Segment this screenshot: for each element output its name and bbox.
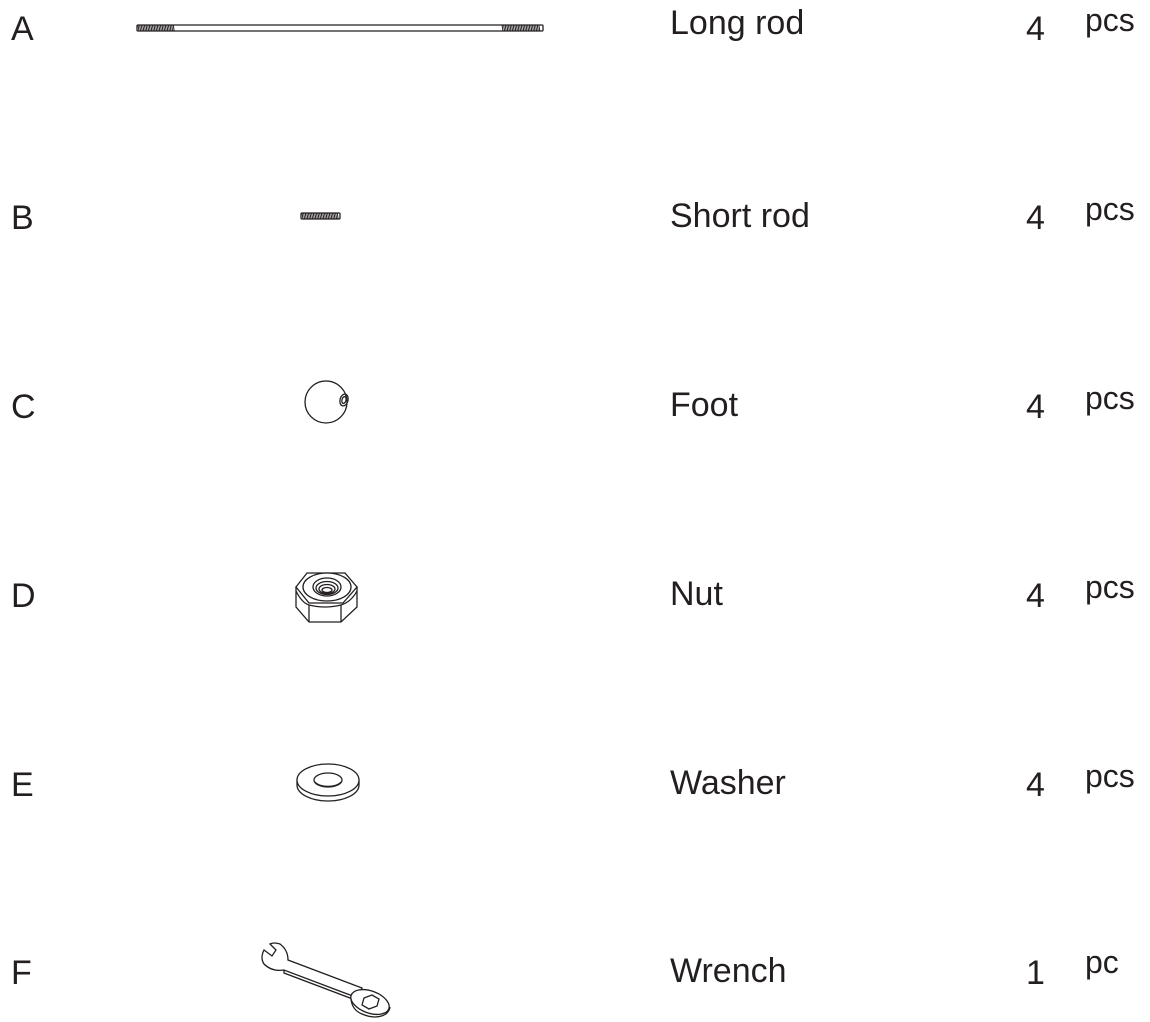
part-name: Short rod <box>670 197 810 235</box>
part-name: Long rod <box>670 4 805 42</box>
part-name: Foot <box>670 386 739 424</box>
foot-ball-icon <box>301 380 357 427</box>
part-name: Wrench <box>670 952 787 990</box>
part-name: Washer <box>670 764 786 802</box>
part-letter: F <box>11 954 32 992</box>
part-row-d: D Nut 4 pcs <box>0 571 1150 635</box>
long-rod-icon <box>136 21 546 35</box>
part-unit: pcs <box>1085 758 1135 794</box>
wrench-icon <box>258 942 398 1022</box>
part-unit: pcs <box>1085 380 1135 416</box>
part-quantity: 4 <box>1026 388 1045 426</box>
hex-nut-icon <box>293 569 361 629</box>
part-letter: E <box>11 766 34 804</box>
part-row-a: A Long rod 4 pcs <box>0 4 1150 68</box>
part-letter: D <box>11 577 36 615</box>
part-letter: C <box>11 388 36 426</box>
part-letter: A <box>11 10 34 48</box>
part-quantity: 4 <box>1026 766 1045 804</box>
part-row-c: C Foot 4 pcs <box>0 380 1150 446</box>
part-name: Nut <box>670 575 723 613</box>
part-quantity: 1 <box>1026 954 1045 992</box>
part-row-e: E Washer 4 pcs <box>0 760 1150 824</box>
part-quantity: 4 <box>1026 10 1045 48</box>
part-unit: pcs <box>1085 191 1135 227</box>
part-row-f: F Wrench 1 pc <box>0 942 1150 1018</box>
part-letter: B <box>11 199 34 237</box>
part-unit: pcs <box>1085 2 1135 38</box>
part-unit: pcs <box>1085 569 1135 605</box>
part-unit: pc <box>1085 944 1119 980</box>
washer-icon <box>295 763 363 805</box>
part-row-b: B Short rod 4 pcs <box>0 193 1150 257</box>
part-quantity: 4 <box>1026 577 1045 615</box>
short-rod-icon <box>300 210 342 222</box>
part-quantity: 4 <box>1026 199 1045 237</box>
